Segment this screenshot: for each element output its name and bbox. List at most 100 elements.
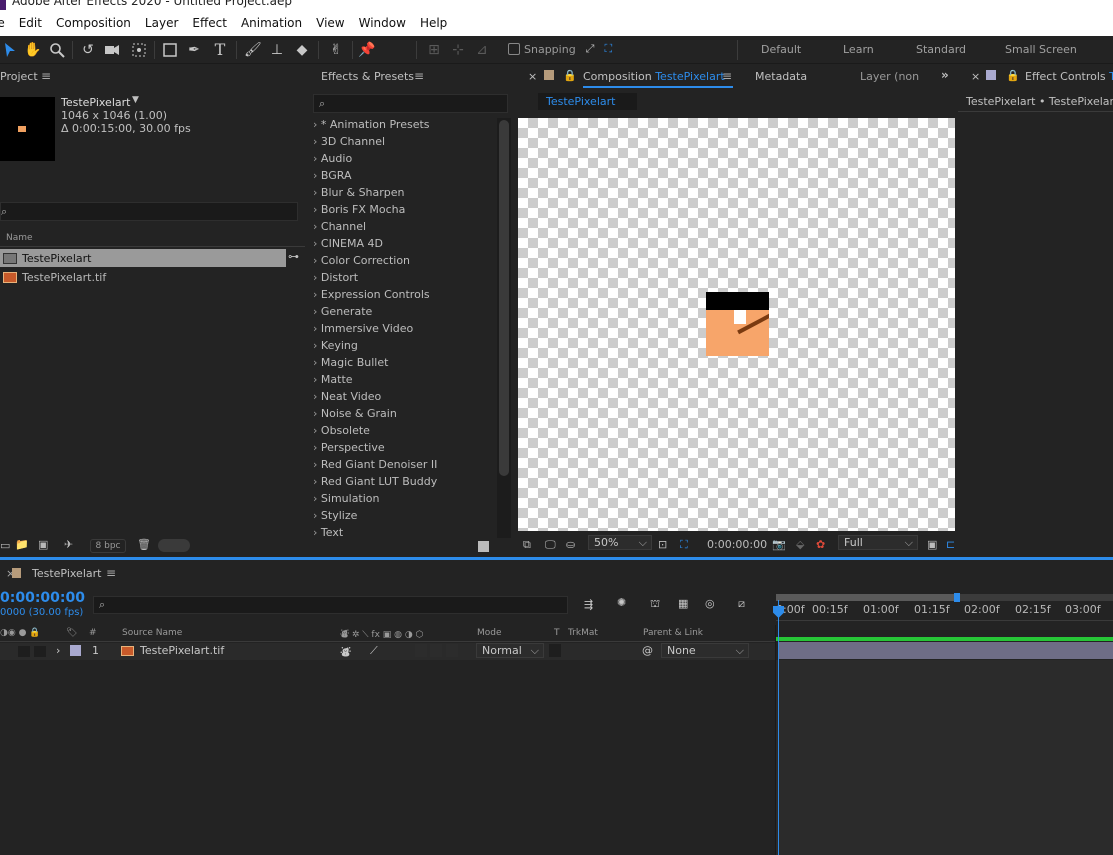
clone-stamp-tool-icon[interactable]: ⊥: [269, 42, 285, 58]
shy-switch-icon[interactable]: ⛇: [340, 644, 351, 660]
trash-icon[interactable]: 🗑: [137, 538, 151, 551]
new-comp-icon[interactable]: ▣: [38, 538, 48, 551]
project-tab[interactable]: Project: [0, 70, 38, 83]
timeline-tab[interactable]: TestePixelart: [32, 567, 101, 580]
adjust-settings-icon[interactable]: ✈: [64, 538, 73, 551]
lock-icon[interactable]: 🔒: [563, 69, 577, 82]
effects-category[interactable]: › BGRA: [313, 169, 352, 182]
effects-category[interactable]: › Keying: [313, 339, 358, 352]
effects-category[interactable]: › Boris FX Mocha: [313, 203, 405, 216]
effects-category[interactable]: › 3D Channel: [313, 135, 385, 148]
effects-category[interactable]: › Stylize: [313, 509, 357, 522]
effects-category[interactable]: › Neat Video: [313, 390, 381, 403]
timeline-track-area[interactable]: [776, 660, 1113, 855]
effects-category[interactable]: › CINEMA 4D: [313, 237, 383, 250]
effects-category[interactable]: › Immersive Video: [313, 322, 413, 335]
switches-icons[interactable]: ⛇ ✲ ⟍ fx ▣ ◍ ◑ ⬡: [340, 628, 423, 641]
region-of-interest-icon[interactable]: ⧉: [523, 538, 531, 552]
work-area-bar[interactable]: [776, 594, 956, 601]
effects-category[interactable]: › Text: [313, 526, 343, 539]
blend-mode-dropdown[interactable]: Normal ⌵: [476, 643, 544, 658]
effects-category[interactable]: › Distort: [313, 271, 358, 284]
project-menu-icon[interactable]: ≡: [41, 69, 51, 83]
snapping-control[interactable]: Snapping ⤢ ⛶: [508, 42, 612, 56]
effects-category[interactable]: › Blur & Sharpen: [313, 186, 405, 199]
av-features-icon[interactable]: ◑◉ ● 🔒: [0, 628, 41, 638]
rectangle-tool-icon[interactable]: [162, 42, 178, 58]
menu-effect[interactable]: Effect: [192, 16, 227, 30]
close-tab-icon[interactable]: ×: [528, 70, 537, 83]
quality-switch-icon[interactable]: ⟋: [370, 644, 378, 658]
project-item-footage[interactable]: TestePixelart.tif: [0, 268, 286, 286]
comp-dropdown-icon[interactable]: ▼: [132, 95, 139, 105]
graph-editor-icon[interactable]: ⧄: [738, 597, 745, 611]
menu-composition[interactable]: Composition: [56, 16, 131, 30]
pan-behind-tool-icon[interactable]: [131, 42, 147, 58]
local-axis-icon[interactable]: ⊞: [426, 42, 442, 58]
menu-help[interactable]: Help: [420, 16, 447, 30]
effects-category[interactable]: › Color Correction: [313, 254, 410, 267]
brush-tool-icon[interactable]: 🖌: [244, 42, 262, 58]
preserve-transparency-toggle[interactable]: [549, 644, 561, 657]
new-folder-icon[interactable]: 📁: [15, 538, 29, 551]
effects-category[interactable]: › Perspective: [313, 441, 385, 454]
playhead-line[interactable]: [778, 600, 779, 855]
transparency-grid-icon[interactable]: ⛶: [680, 538, 688, 552]
solo-switch[interactable]: [18, 646, 30, 657]
zoom-dropdown[interactable]: 50% ⌵: [588, 535, 652, 550]
layer-row[interactable]: [0, 643, 775, 660]
motion-blur-icon[interactable]: ◎: [705, 597, 715, 610]
metadata-tab[interactable]: Metadata: [755, 70, 807, 83]
project-scroll-handle[interactable]: [158, 539, 190, 552]
effects-category[interactable]: › Simulation: [313, 492, 380, 505]
menu-animation[interactable]: Animation: [241, 16, 302, 30]
type-tool-icon[interactable]: T: [212, 42, 228, 58]
snapshot-icon[interactable]: 📷: [772, 538, 786, 551]
layer-name[interactable]: TestePixelart.tif: [140, 644, 224, 657]
menu-layer[interactable]: Layer: [145, 16, 178, 30]
comp-timecode[interactable]: 0:00:00:00: [707, 538, 767, 551]
interpret-footage-icon[interactable]: ▭: [0, 539, 10, 552]
snapping-checkbox[interactable]: [508, 43, 520, 55]
menu-window[interactable]: Window: [359, 16, 406, 30]
workspace-standard[interactable]: Standard: [916, 43, 966, 56]
selection-tool-icon[interactable]: [2, 42, 18, 58]
lock-icon[interactable]: 🔒: [1006, 69, 1020, 82]
mask-visibility-icon[interactable]: ⛀: [566, 538, 575, 551]
effects-menu-icon[interactable]: ≡: [414, 69, 424, 83]
view-axis-icon[interactable]: ⊿: [474, 42, 490, 58]
comp-mini-flowchart-icon[interactable]: ⇶: [584, 598, 593, 611]
flowchart-icon[interactable]: ⊶: [288, 250, 299, 263]
zoom-tool-icon[interactable]: [49, 42, 65, 58]
workspace-learn[interactable]: Learn: [843, 43, 874, 56]
effects-category[interactable]: › Magic Bullet: [313, 356, 388, 369]
roto-brush-tool-icon[interactable]: ✌: [328, 42, 344, 58]
fit-resolution-icon[interactable]: ⊡: [658, 538, 667, 551]
rotation-tool-icon[interactable]: ↺: [80, 42, 96, 58]
effects-tab[interactable]: Effects & Presets: [321, 70, 414, 83]
col-name-label[interactable]: Name: [6, 233, 33, 243]
comp-tab[interactable]: Composition TestePixelart: [583, 70, 725, 83]
menu-edit[interactable]: Edit: [19, 16, 42, 30]
eraser-tool-icon[interactable]: ◆: [294, 42, 310, 58]
fast-previews-icon[interactable]: ▣: [927, 538, 937, 551]
col-t[interactable]: T: [554, 628, 560, 638]
show-snapshot-icon[interactable]: ⬙: [796, 538, 804, 551]
col-hash[interactable]: #: [89, 628, 97, 638]
pick-whip-icon[interactable]: @: [642, 644, 653, 657]
effect-controls-tab[interactable]: Effect Controls Te: [1025, 70, 1113, 83]
col-mode[interactable]: Mode: [477, 628, 502, 638]
effects-category[interactable]: › Red Giant LUT Buddy: [313, 475, 437, 488]
effects-category[interactable]: › Generate: [313, 305, 372, 318]
effects-category[interactable]: › Red Giant Denoiser II: [313, 458, 437, 471]
pen-tool-icon[interactable]: ✒: [186, 42, 202, 58]
menu-view[interactable]: View: [316, 16, 344, 30]
project-search-input[interactable]: ⌕: [0, 202, 298, 221]
snap-target-icon[interactable]: ⛶: [604, 42, 612, 56]
snap-feature-icon[interactable]: ⤢: [586, 42, 595, 56]
effects-scrollbar[interactable]: [497, 118, 511, 538]
timeline-search-input[interactable]: ⌕: [93, 596, 568, 614]
layer-tab[interactable]: Layer (non: [860, 70, 919, 83]
toggle-transparency-icon[interactable]: ⊏: [946, 538, 955, 551]
col-source-name[interactable]: Source Name: [122, 628, 182, 638]
